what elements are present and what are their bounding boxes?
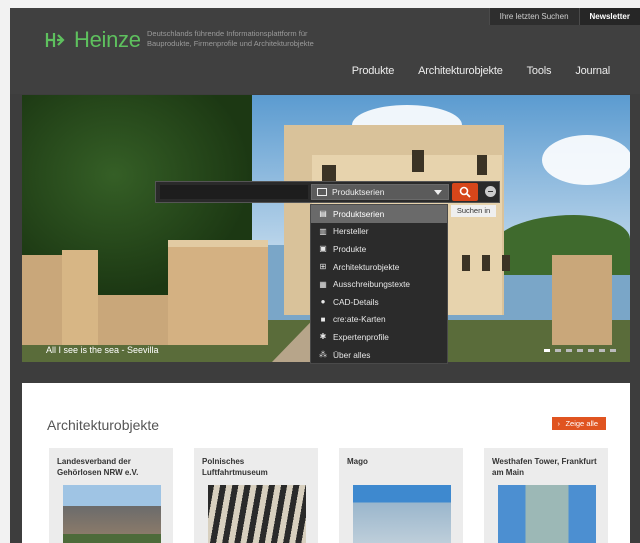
card-image[interactable] (353, 485, 451, 543)
selected-category: Produktserien (332, 187, 385, 197)
slider-dot[interactable] (588, 349, 594, 352)
product-icon: ▣ (319, 244, 327, 254)
recent-searches-button[interactable]: Ihre letzten Suchen (488, 8, 579, 25)
people-icon: ✱ (319, 332, 327, 342)
slider-dot[interactable] (599, 349, 605, 352)
brick-wall (98, 295, 168, 345)
search-tooltip: Suchen in (451, 205, 496, 217)
menu-item-hersteller[interactable]: ▥ Hersteller (311, 223, 447, 241)
building-window (412, 150, 424, 172)
newsletter-button[interactable]: Newsletter (578, 8, 640, 25)
slider-dot[interactable] (555, 349, 561, 352)
show-all-button[interactable]: Zeige alle (552, 417, 606, 430)
menu-item-label: cre:ate-Karten (333, 314, 386, 325)
logo-icon (45, 33, 65, 47)
brick-wall (168, 245, 268, 345)
brick-pillar (552, 255, 612, 345)
cad-icon: ● (320, 297, 326, 307)
slider-dot[interactable] (610, 349, 616, 352)
menu-item-label: Ausschreibungstexte (333, 279, 411, 290)
slider-dot[interactable] (566, 349, 572, 352)
brick-pillar (62, 250, 98, 345)
nav-item-tools[interactable]: Tools (527, 65, 552, 77)
object-card[interactable]: Polnisches Luftfahrtmuseum (194, 448, 318, 543)
menu-item-label: Über alles (333, 349, 371, 360)
manufacturer-icon: ▥ (319, 226, 327, 236)
nav-item-produkte[interactable]: Produkte (352, 65, 395, 77)
menu-item-cad-details[interactable]: ● CAD-Details (311, 293, 447, 311)
menu-item-label: CAD-Details (333, 296, 379, 307)
card-icon: ■ (320, 314, 326, 324)
object-cards: Landesverband der Gehörlosen NRW e.V. Po… (49, 448, 608, 543)
wall-cap (168, 240, 268, 247)
heinze-logo[interactable]: Heinze (44, 27, 141, 53)
chevron-down-icon (434, 190, 442, 195)
series-icon: ▤ (319, 209, 327, 219)
tagline: Deutschlands führende Informationsplattf… (147, 29, 314, 48)
series-icon (317, 188, 327, 196)
card-image[interactable] (208, 485, 306, 543)
slider-dot[interactable] (544, 349, 550, 352)
search-category-select[interactable]: Produktserien (311, 184, 449, 200)
card-title: Polnisches Luftfahrtmuseum (202, 457, 268, 477)
slider-dot[interactable] (577, 349, 583, 352)
menu-item-label: Expertenprofile (333, 331, 389, 342)
search-bar: Produktserien (155, 181, 500, 203)
card-title: Mago (347, 457, 368, 466)
menu-item-architekturobjekte[interactable]: ⊞ Architekturobjekte (311, 258, 447, 276)
close-icon[interactable] (485, 186, 496, 197)
section-title: Architekturobjekte (47, 417, 160, 433)
all-icon: ⁂ (319, 350, 327, 360)
object-card[interactable]: Mago (339, 448, 463, 543)
menu-item-ausschreibungstexte[interactable]: ▦ Ausschreibungstexte (311, 275, 447, 293)
architecture-section: Architekturobjekte Zeige alle Landesverb… (22, 383, 630, 543)
search-category-menu: ▤ Produktserien ▥ Hersteller ▣ Produkte ⊞ Ar… (310, 204, 448, 364)
menu-item-produktserien[interactable]: ▤ Produktserien (311, 205, 447, 223)
card-title: Westhafen Tower, Frankfurt am Main (492, 457, 597, 477)
nav-item-journal[interactable]: Journal (575, 65, 610, 77)
document-icon: ▦ (319, 279, 327, 289)
building-icon: ⊞ (319, 262, 327, 272)
top-buttons: Ihre letzten Suchen Newsletter (488, 8, 640, 25)
card-title: Landesverband der Gehörlosen NRW e.V. (57, 457, 139, 477)
building-window (462, 255, 470, 271)
nav-item-architekturobjekte[interactable]: Architekturobjekte (418, 65, 503, 77)
logo-text: Heinze (74, 27, 141, 52)
header: Heinze Deutschlands führende Information… (10, 8, 640, 94)
slider-dots (544, 349, 616, 352)
menu-item-ueber-alles[interactable]: ⁂ Über alles (311, 346, 447, 364)
search-input[interactable] (160, 185, 308, 199)
card-image[interactable] (498, 485, 596, 543)
search-button[interactable] (452, 183, 478, 201)
object-card[interactable]: Landesverband der Gehörlosen NRW e.V. (49, 448, 173, 543)
menu-item-label: Produktserien (333, 208, 385, 219)
menu-item-label: Architekturobjekte (333, 261, 400, 272)
object-card[interactable]: Westhafen Tower, Frankfurt am Main (484, 448, 608, 543)
building-window (502, 255, 510, 271)
menu-item-label: Produkte (333, 243, 367, 254)
building-window (482, 255, 490, 271)
hero-caption[interactable]: All I see is the sea - Seevilla (46, 345, 159, 355)
search-icon (459, 186, 471, 198)
menu-item-expertenprofile[interactable]: ✱ Expertenprofile (311, 328, 447, 346)
hero-cloud (542, 135, 630, 185)
menu-item-label: Hersteller (333, 226, 369, 237)
card-image[interactable] (63, 485, 161, 543)
menu-item-create-karten[interactable]: ■ cre:ate-Karten (311, 311, 447, 329)
main-nav: Produkte Architekturobjekte Tools Journa… (352, 65, 610, 77)
building-window (477, 155, 487, 175)
menu-item-produkte[interactable]: ▣ Produkte (311, 240, 447, 258)
